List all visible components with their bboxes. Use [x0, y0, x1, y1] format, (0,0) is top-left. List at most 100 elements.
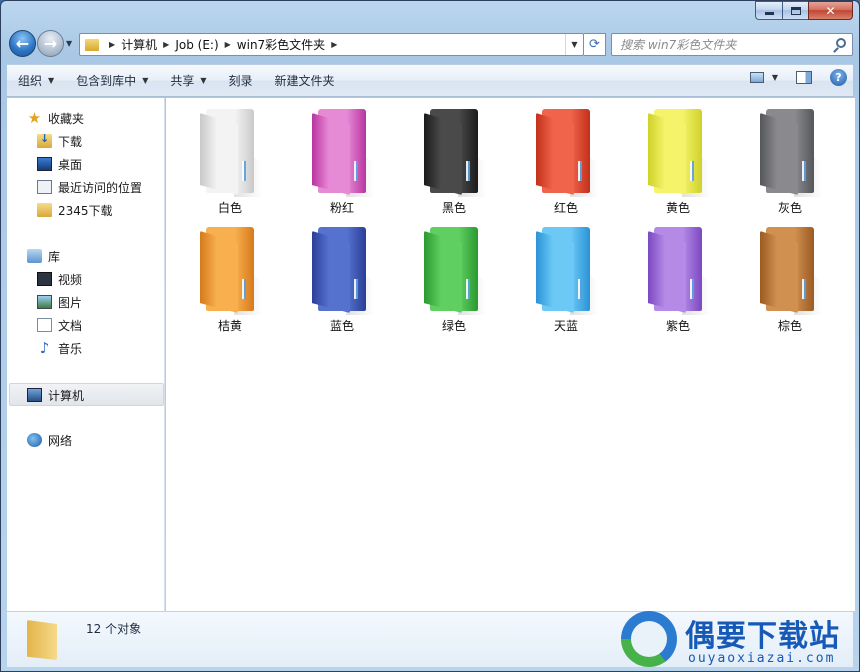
breadcrumb-separator-icon[interactable]: ▶: [109, 40, 115, 49]
close-button[interactable]: ✕: [808, 1, 853, 20]
help-icon[interactable]: ?: [830, 69, 847, 86]
sidebar-item-desktop[interactable]: 桌面: [37, 154, 82, 174]
folder-item[interactable]: 红色: [513, 100, 619, 216]
share-label: 共享: [170, 74, 195, 88]
breadcrumb-computer[interactable]: 计算机: [121, 36, 157, 53]
folder-item[interactable]: 桔黄: [177, 218, 283, 334]
sidebar-item-label: 最近访问的位置: [58, 180, 143, 195]
folder-item[interactable]: 灰色: [737, 100, 843, 216]
sidebar-item-pictures[interactable]: 图片: [37, 292, 82, 312]
close-icon: ✕: [825, 3, 836, 18]
pictures-icon: [37, 295, 52, 309]
folder-icon: [534, 107, 598, 197]
sidebar-item-favorites[interactable]: ★ 收藏夹: [27, 108, 84, 128]
back-button[interactable]: ←: [9, 30, 36, 57]
library-icon: [27, 249, 42, 263]
folder-item[interactable]: 黑色: [401, 100, 507, 216]
address-bar[interactable]: ▶ 计算机 ▶ Job (E:) ▶ win7彩色文件夹 ▶ ▼: [79, 33, 584, 56]
folder-label: 粉红: [329, 201, 354, 215]
sidebar-item-label: 音乐: [58, 341, 83, 356]
folder-icon: [422, 107, 486, 197]
folder-item[interactable]: 天蓝: [513, 218, 619, 334]
folder-label: 灰色: [777, 201, 802, 215]
folder-item[interactable]: 黄色: [625, 100, 731, 216]
folder-icon: [27, 620, 57, 660]
sidebar-item-downloads[interactable]: 下载: [37, 131, 82, 151]
folder-icon: [310, 225, 374, 315]
search-box[interactable]: [611, 33, 853, 56]
folder-item[interactable]: 粉红: [289, 100, 395, 216]
recent-pages-dropdown[interactable]: ▼: [66, 39, 72, 48]
search-icon[interactable]: [836, 38, 846, 48]
folder-icon: [198, 107, 262, 197]
search-input[interactable]: [620, 37, 820, 52]
sidebar-item-computer[interactable]: 计算机: [27, 385, 84, 405]
folder-label: 紫色: [665, 319, 690, 333]
sidebar-item-videos[interactable]: 视频: [37, 269, 82, 289]
back-arrow-icon: ←: [15, 34, 30, 53]
watermark-title: 偶要下载站: [685, 619, 840, 654]
folder-icon: [758, 107, 822, 197]
folder-icon: [758, 225, 822, 315]
burn-label: 刻录: [228, 74, 253, 88]
sidebar-item-label: 文档: [58, 318, 83, 333]
music-icon: ♪: [39, 339, 50, 357]
navigation-row: ← → ▼ ▶ 计算机 ▶ Job (E:) ▶ win7彩色文件夹 ▶ ▼ ⟳: [7, 30, 853, 58]
folder-icon: [198, 225, 262, 315]
sidebar-item-label: 视频: [58, 272, 83, 287]
organize-button[interactable]: 组织 ▼: [7, 69, 65, 93]
folder-icon: [310, 107, 374, 197]
breadcrumb-folder[interactable]: win7彩色文件夹: [237, 36, 325, 53]
folder-label: 绿色: [441, 319, 466, 333]
video-icon: [37, 272, 52, 286]
breadcrumb-separator-icon[interactable]: ▶: [331, 40, 337, 49]
logo-icon: [621, 611, 677, 667]
chevron-down-icon: ▼: [48, 76, 55, 85]
download-folder-icon: [37, 132, 52, 148]
refresh-icon: ⟳: [589, 37, 600, 52]
sidebar-item-libraries[interactable]: 库: [27, 246, 60, 266]
watermark-url: ouyaoxiazai.com: [688, 651, 836, 666]
file-list: 白色 粉红 黑色 红色 黄色 灰色桔黄 蓝色 绿色 天蓝 紫色 棕色: [166, 98, 855, 611]
star-icon: ★: [27, 109, 42, 127]
share-button[interactable]: 共享 ▼: [159, 69, 217, 93]
sidebar-item-recent-places[interactable]: 最近访问的位置: [37, 177, 142, 197]
folder-label: 桔黄: [217, 319, 242, 333]
sidebar-item-network[interactable]: 网络: [27, 430, 72, 450]
navigation-pane: ★ 收藏夹 下载 桌面 最近访问的位置 2345下载 库 视频: [7, 98, 165, 611]
folder-label: 白色: [217, 201, 242, 215]
include-in-library-label: 包含到库中: [76, 74, 137, 88]
breadcrumb-separator-icon[interactable]: ▶: [225, 40, 231, 49]
include-in-library-button[interactable]: 包含到库中 ▼: [65, 69, 159, 93]
sidebar-item-documents[interactable]: 文档: [37, 315, 82, 335]
sidebar-item-2345-downloads[interactable]: 2345下载: [37, 200, 113, 220]
folder-label: 红色: [553, 201, 578, 215]
folder-item[interactable]: 绿色: [401, 218, 507, 334]
new-folder-button[interactable]: 新建文件夹: [264, 69, 346, 93]
address-dropdown[interactable]: ▼: [565, 34, 583, 55]
folder-item[interactable]: 棕色: [737, 218, 843, 334]
folder-icon: [646, 107, 710, 197]
burn-button[interactable]: 刻录: [218, 69, 264, 93]
sidebar-item-label: 2345下载: [58, 203, 113, 218]
folder-item[interactable]: 白色: [177, 100, 283, 216]
folder-item[interactable]: 蓝色: [289, 218, 395, 334]
folder-item[interactable]: 紫色: [625, 218, 731, 334]
breadcrumb-separator-icon[interactable]: ▶: [163, 40, 169, 49]
folder-label: 棕色: [777, 319, 802, 333]
minimize-button[interactable]: [755, 1, 782, 20]
sidebar-item-label: 计算机: [48, 388, 85, 403]
sidebar-item-music[interactable]: ♪ 音乐: [37, 338, 82, 358]
preview-pane-icon[interactable]: [796, 71, 812, 84]
view-options-dropdown[interactable]: ▼: [772, 73, 778, 82]
change-view-icon[interactable]: [749, 72, 764, 83]
breadcrumb-drive[interactable]: Job (E:): [175, 38, 218, 52]
folder-icon: [37, 203, 52, 217]
maximize-button[interactable]: [782, 1, 808, 20]
forward-button[interactable]: →: [37, 30, 64, 57]
maximize-icon: [790, 6, 801, 15]
command-bar: 组织 ▼ 包含到库中 ▼ 共享 ▼ 刻录 新建文件夹 ▼ ?: [7, 64, 853, 97]
desktop-icon: [37, 157, 52, 171]
documents-icon: [37, 318, 52, 332]
refresh-button[interactable]: ⟳: [584, 33, 606, 56]
